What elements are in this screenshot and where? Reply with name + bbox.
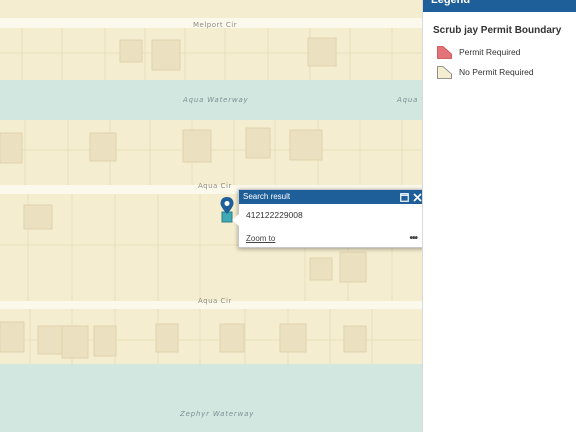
legend-item-no-permit-required: No Permit Required — [437, 65, 534, 79]
zoom-to-link[interactable]: Zoom to — [246, 234, 275, 243]
no-permit-required-swatch — [437, 65, 452, 79]
legend-panel: Legend Scrub jay Permit Boundary Permit … — [422, 0, 576, 432]
maximize-icon[interactable] — [400, 192, 409, 202]
legend-label: No Permit Required — [459, 67, 534, 77]
search-result-popup: Search result 412122229008 Zoom to ••• — [232, 189, 422, 248]
waterway-zephyr — [0, 364, 422, 432]
water-label-zephyr: Zephyr Waterway — [180, 410, 255, 418]
legend-layer-title: Scrub jay Permit Boundary — [433, 25, 562, 36]
road-label-aqua-1: Aqua Cir — [198, 182, 232, 190]
popup-title: Search result — [243, 192, 291, 201]
water-label-aqua-2: Aqua W — [397, 96, 422, 104]
popup-header: Search result — [239, 190, 422, 204]
popup-pointer — [232, 214, 239, 226]
road-label-melport: Melport Cir — [193, 21, 238, 29]
close-icon[interactable] — [413, 192, 422, 202]
legend-item-permit-required: Permit Required — [437, 45, 520, 59]
legend-label: Permit Required — [459, 47, 521, 57]
map-view[interactable]: Melport Cir Aqua Waterway Aqua W Aqua Ci… — [0, 0, 422, 432]
popup-result-value: 412122229008 — [246, 210, 303, 220]
road-label-aqua-2: Aqua Cir — [198, 297, 232, 305]
legend-header: Legend — [423, 0, 576, 12]
more-options-button[interactable]: ••• — [409, 233, 417, 244]
permit-required-swatch — [437, 45, 452, 59]
water-label-aqua: Aqua Waterway — [183, 96, 249, 104]
